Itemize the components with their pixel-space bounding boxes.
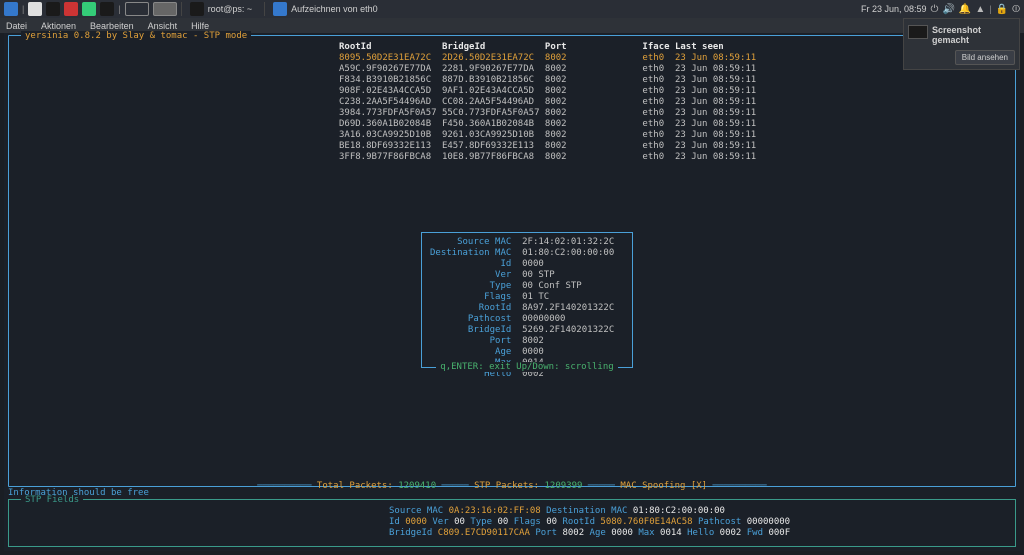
app-icon[interactable] (64, 2, 78, 16)
menu-actions[interactable]: Aktionen (41, 21, 76, 31)
task-label: Aufzeichnen von eth0 (291, 4, 378, 14)
stp-fields-content: Source MAC 0A:23:16:02:FF:08 Destination… (9, 500, 1015, 539)
power-icon[interactable]: ⏻ (931, 4, 939, 15)
screenshot-notification[interactable]: Screenshot gemacht Bild ansehen (903, 18, 1020, 70)
workspace-icon[interactable] (153, 2, 177, 16)
detail-footer-hint: q,ENTER: exit Up/Down: scrolling (436, 362, 617, 372)
menu-help[interactable]: Hilfe (191, 21, 209, 31)
app-icon[interactable] (82, 2, 96, 16)
lock-icon[interactable]: 🔒 (996, 4, 1008, 15)
shutdown-icon[interactable]: ⏼ (1012, 4, 1020, 15)
yersinia-main-box: yersinia 0.8.2 by Slay & tomac - STP mod… (8, 35, 1016, 487)
app-icon[interactable] (100, 2, 114, 16)
app-title: yersinia 0.8.2 by Slay & tomac - STP mod… (21, 31, 251, 41)
task-label: root@ps: ~ (208, 4, 252, 14)
total-packets-value: 1209410 (398, 481, 436, 491)
taskbar-item-terminal[interactable]: root@ps: ~ (181, 2, 260, 16)
mac-spoofing-label: MAC Spoofing [X] (620, 481, 707, 491)
wireshark-icon (273, 2, 287, 16)
terminal-window[interactable]: yersinia 0.8.2 by Slay & tomac - STP mod… (4, 33, 1020, 551)
screenshot-thumb-icon (908, 25, 928, 39)
top-panel-left: | | root@ps: ~ Aufzeichnen von eth0 (4, 2, 386, 16)
stp-packets-value: 1209399 (545, 481, 583, 491)
volume-icon[interactable]: 🔊 (942, 4, 954, 15)
top-panel-right: Fr 23 Jun, 08:59 ⏻ 🔊 🔔 ▲ | 🔒 ⏼ (861, 4, 1020, 15)
stp-table: RootId BridgeId Port Iface Last seen 809… (339, 42, 756, 163)
notification-icon[interactable]: 🔔 (959, 4, 971, 15)
view-image-button[interactable]: Bild ansehen (955, 50, 1015, 65)
total-packets-label: Total Packets: (317, 481, 393, 491)
top-panel: | | root@ps: ~ Aufzeichnen von eth0 Fr 2… (0, 0, 1024, 18)
taskbar-item-wireshark[interactable]: Aufzeichnen von eth0 (264, 2, 386, 16)
clock[interactable]: Fr 23 Jun, 08:59 (861, 4, 927, 14)
menu-file[interactable]: Datei (6, 21, 27, 31)
app-icon[interactable] (46, 2, 60, 16)
menu-view[interactable]: Ansicht (148, 21, 178, 31)
network-icon[interactable]: ▲ (975, 4, 985, 15)
launcher-icon[interactable] (4, 2, 18, 16)
menu-edit[interactable]: Bearbeiten (90, 21, 134, 31)
stp-fields-box: STP Fields Source MAC 0A:23:16:02:FF:08 … (8, 499, 1016, 547)
stp-packets-label: STP Packets: (474, 481, 539, 491)
workspace-icon[interactable] (125, 2, 149, 16)
terminal-icon (190, 2, 204, 16)
stp-fields-title: STP Fields (21, 495, 83, 505)
packet-detail-box: Source MAC 2F:14:02:01:32:2C Destination… (421, 232, 633, 368)
app-icon[interactable] (28, 2, 42, 16)
status-line: ────────── Total Packets: 1209410 ───── … (9, 481, 1015, 491)
